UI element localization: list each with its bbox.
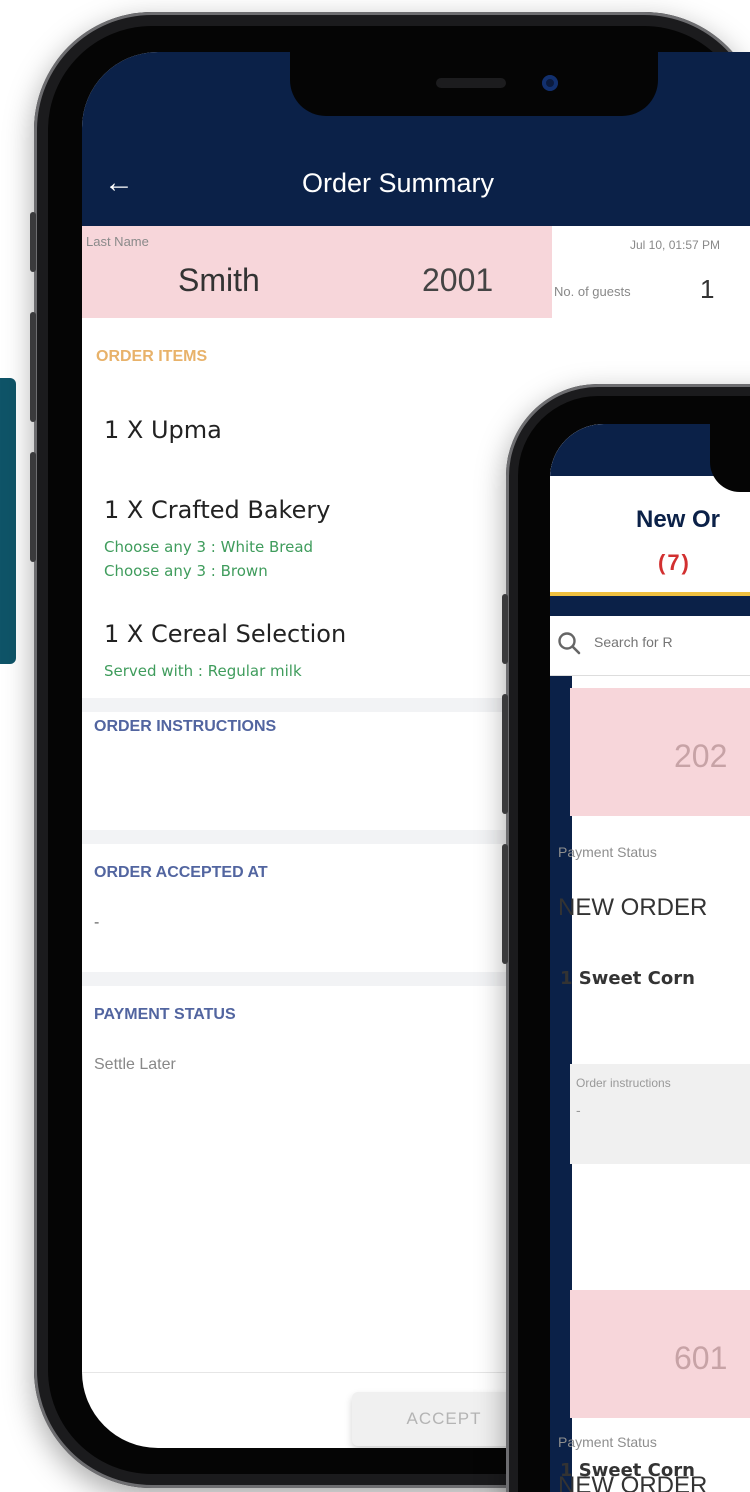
section-divider [82,830,552,844]
order-item-option: Choose any 3 : Brown [104,562,268,580]
page-title: Order Summary [302,168,495,198]
order-item-option: Served with : Regular milk [104,662,302,680]
order-time: Jul 10, 01:57 PM [630,238,721,252]
order-card-header[interactable]: 202 [570,688,750,816]
back-arrow-icon[interactable]: ← [104,166,134,200]
phone-side-button [502,594,508,664]
tab-bar [550,596,750,616]
order-card-header[interactable]: 601 [570,1290,750,1418]
card-order-item: 1 Sweet Corn [560,1460,695,1481]
section-divider [82,698,552,712]
phone-side-button [502,844,508,964]
search-icon [558,632,581,655]
order-instructions-title: ORDER INSTRUCTIONS [94,718,277,735]
order-accepted-title: ORDER ACCEPTED AT [94,864,268,881]
order-meta: Jul 10, 01:57 PM No. of guests 1 [552,226,750,318]
last-name-value: Smith [178,262,260,298]
payment-status-label: Payment Status [558,844,657,860]
phone-side-button [30,452,36,562]
customer-info-band: Last Name Smith 2001 [82,226,552,318]
guests-count: 1 [700,274,715,304]
phone-new-orders: New Or (7) 202 Payment Status NEW ORDER … [502,384,750,1492]
payment-status-title: PAYMENT STATUS [94,1006,236,1023]
footer-divider [82,1372,552,1373]
speaker-icon [436,78,506,88]
phone-notch [290,52,658,116]
order-item-option: Choose any 3 : White Bread [104,538,314,556]
section-divider [82,972,552,986]
card-instructions-label: Order instructions [576,1076,671,1090]
order-accepted-value: - [94,914,100,931]
order-items-title: ORDER ITEMS [96,348,208,365]
order-item: 1 X Crafted Bakery [104,496,331,524]
search-input[interactable] [594,634,750,650]
new-orders-count: (7) [658,550,691,575]
card-room-number: 601 [674,1340,728,1376]
phone-side-button [30,312,36,422]
background-accent [0,378,16,664]
order-status: NEW ORDER [558,894,708,921]
guests-label: No. of guests [554,284,631,299]
header-row: ← Order Summary [82,152,750,212]
last-name-label: Last Name [86,234,149,249]
order-item: 1 X Upma [104,416,222,444]
new-orders-title: New Or [636,506,721,533]
phone-side-button [30,212,36,272]
card-instructions-value: - [576,1102,581,1118]
card-instructions-box: Order instructions - [570,1064,750,1164]
new-orders-screen: New Or (7) 202 Payment Status NEW ORDER … [550,424,750,1492]
camera-icon [542,75,558,91]
room-number: 2001 [422,262,494,298]
search-bar[interactable] [550,616,750,676]
phone-side-button [502,694,508,814]
payment-status-label: Payment Status [558,1434,657,1450]
order-item: 1 X Cereal Selection [104,620,347,648]
payment-status-value: Settle Later [94,1056,176,1073]
card-room-number: 202 [674,738,728,774]
card-order-item: 1 Sweet Corn [560,968,695,989]
